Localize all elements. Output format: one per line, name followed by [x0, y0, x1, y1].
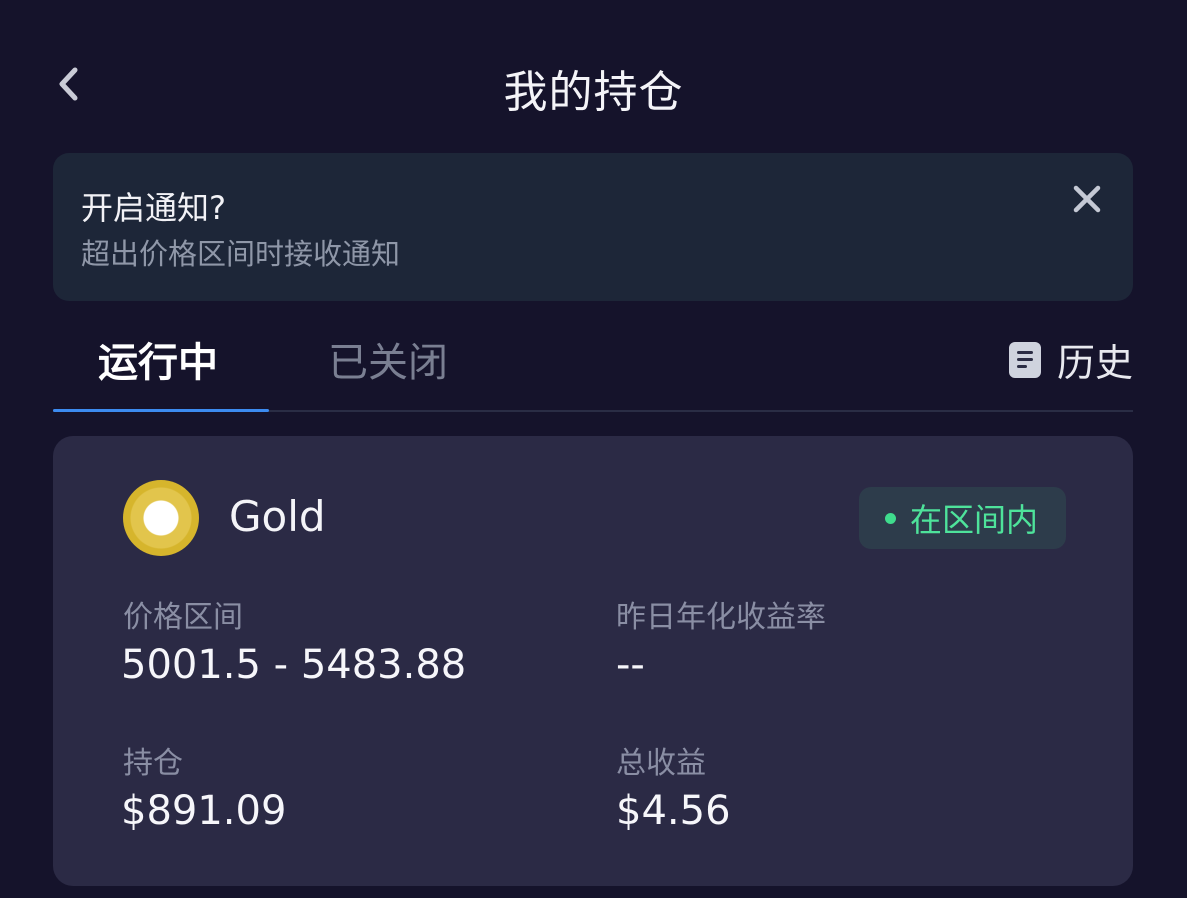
- holding-label: 持仓: [123, 746, 183, 781]
- total-earnings-label: 总收益: [616, 746, 706, 781]
- asset-name: Gold: [229, 492, 326, 541]
- apr-value: --: [616, 642, 645, 688]
- page-title: 我的持仓: [503, 67, 684, 118]
- status-badge: 在区间内: [858, 487, 1066, 549]
- notification-banner: 开启通知? 超出价格区间时接收通知: [53, 153, 1133, 301]
- status-dot-icon: [884, 512, 896, 524]
- price-range-value: 5001.5 - 5483.88: [121, 642, 467, 688]
- document-icon: [1008, 341, 1041, 378]
- active-tab-indicator: [53, 409, 269, 412]
- gold-coin-icon: [123, 480, 199, 556]
- history-label: 历史: [1056, 341, 1133, 385]
- tab-running[interactable]: 运行中: [98, 330, 218, 388]
- history-button[interactable]: 历史: [1008, 332, 1133, 387]
- position-tabs: 运行中 已关闭 历史: [53, 318, 1133, 412]
- status-text: 在区间内: [909, 501, 1038, 539]
- apr-label: 昨日年化收益率: [616, 600, 826, 635]
- notification-close-button[interactable]: [1063, 175, 1111, 223]
- price-range-label: 价格区间: [123, 600, 243, 635]
- position-card[interactable]: Gold 在区间内 价格区间 5001.5 - 5483.88 昨日年化收益率 …: [53, 436, 1133, 886]
- tab-closed[interactable]: 已关闭: [328, 330, 448, 388]
- header: 我的持仓: [0, 0, 1187, 150]
- positions-screen: 我的持仓 开启通知? 超出价格区间时接收通知 运行中 已关闭 历史 Gold 在…: [0, 0, 1187, 898]
- total-earnings-value: $4.56: [616, 788, 731, 834]
- holding-value: $891.09: [121, 788, 287, 834]
- notification-subtitle: 超出价格区间时接收通知: [81, 237, 401, 271]
- close-icon: [1073, 185, 1101, 213]
- notification-title: 开启通知?: [81, 189, 226, 227]
